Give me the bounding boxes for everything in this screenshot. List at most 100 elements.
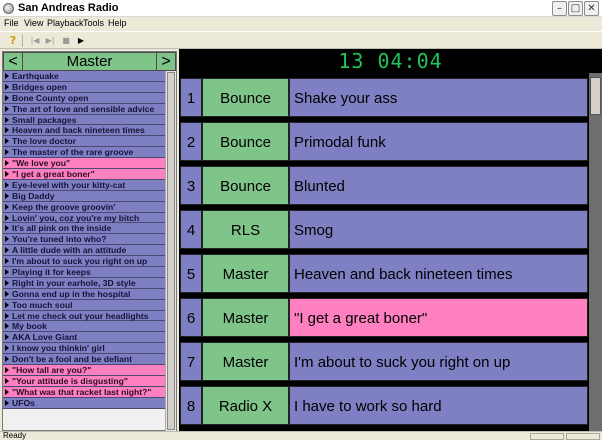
expand-arrow-icon[interactable] — [5, 312, 9, 319]
song-list-item[interactable]: Big Daddy — [3, 191, 165, 202]
song-list-item[interactable]: Right in your earhole, 3D style — [3, 278, 165, 289]
queue-row[interactable]: 7 Master I'm about to suck you right on up — [180, 342, 588, 381]
song-list-item-label: "We love you" — [12, 158, 71, 169]
song-list-item[interactable]: You're tuned into who? — [3, 234, 165, 246]
queue-row-category: Radio X — [202, 386, 289, 425]
queue-row[interactable]: 8 Radio XI have to work so hard — [180, 386, 588, 425]
queue-row[interactable]: 5 Master Heaven and back nineteen times — [180, 254, 588, 293]
expand-arrow-icon[interactable] — [5, 247, 9, 254]
song-list-item[interactable]: The master of the rare groove — [3, 147, 165, 159]
expand-arrow-icon[interactable] — [5, 116, 9, 123]
song-list-item[interactable]: Gonna end up in the hospital — [3, 289, 165, 300]
song-list-item[interactable]: Bridges open — [3, 82, 165, 93]
song-list-item[interactable]: UFOs — [3, 398, 165, 409]
song-list-item[interactable]: Earthquake — [3, 71, 165, 82]
song-list-item[interactable]: Keep the groove groovin' — [3, 202, 165, 213]
expand-arrow-icon[interactable] — [5, 334, 9, 341]
expand-arrow-icon[interactable] — [5, 214, 9, 221]
expand-arrow-icon[interactable] — [5, 366, 9, 373]
expand-arrow-icon[interactable] — [5, 399, 9, 406]
expand-arrow-icon[interactable] — [5, 225, 9, 232]
song-list-item-label: You're tuned into who? — [12, 234, 107, 245]
expand-arrow-icon[interactable] — [5, 192, 9, 199]
next-category-button[interactable]: > — [156, 52, 176, 71]
song-list-item[interactable]: A little dude with an attitude — [3, 245, 165, 257]
song-list-item[interactable]: I know you thinkin' girl — [3, 343, 165, 355]
song-list-item[interactable]: Let me check out your headlights — [3, 311, 165, 322]
song-list-item[interactable]: Too much soul — [3, 300, 165, 311]
expand-arrow-icon[interactable] — [5, 160, 9, 167]
expand-arrow-icon[interactable] — [5, 83, 9, 90]
expand-arrow-icon[interactable] — [5, 94, 9, 101]
menu-file[interactable]: File — [4, 18, 19, 28]
queue-row[interactable]: 3 Bounce Blunted — [180, 166, 588, 205]
queue-row[interactable]: 4 RLS Smog — [180, 210, 588, 249]
minimize-button[interactable]: – — [552, 1, 567, 16]
stop-icon[interactable]: ■ — [59, 34, 73, 47]
queue-scrollbar[interactable] — [589, 73, 602, 431]
queue-row[interactable]: 1 Bounce Shake your ass — [180, 78, 588, 117]
song-list-item[interactable]: "What was that racket last night?" — [3, 387, 165, 398]
close-button[interactable]: ✕ — [584, 1, 599, 16]
song-list-item-label: Gonna end up in the hospital — [12, 288, 131, 299]
expand-arrow-icon[interactable] — [5, 105, 9, 112]
expand-arrow-icon[interactable] — [5, 279, 9, 286]
expand-arrow-icon[interactable] — [5, 236, 9, 243]
maximize-button[interactable]: □ — [568, 1, 583, 16]
song-list-item[interactable]: I'm about to suck you right on up — [3, 256, 165, 268]
app-icon — [3, 3, 14, 14]
song-list-item[interactable]: Lovin' you, coz you're my bitch — [3, 213, 165, 224]
expand-arrow-icon[interactable] — [5, 181, 9, 188]
song-list-item[interactable]: The love doctor — [3, 136, 165, 148]
title-bar[interactable]: San Andreas Radio – □ ✕ — [0, 0, 602, 17]
help-icon[interactable]: ? — [6, 34, 20, 47]
expand-arrow-icon[interactable] — [5, 170, 9, 177]
song-list-scrollbar[interactable] — [165, 71, 176, 431]
song-list-item[interactable]: It's all pink on the inside — [3, 223, 165, 235]
song-list-item[interactable]: Heaven and back nineteen times — [3, 125, 165, 137]
expand-arrow-icon[interactable] — [5, 290, 9, 297]
song-list-item[interactable]: "We love you" — [3, 158, 165, 170]
expand-arrow-icon[interactable] — [5, 149, 9, 156]
song-list-item[interactable]: Don't be a fool and be defiant — [3, 354, 165, 366]
expand-arrow-icon[interactable] — [5, 258, 9, 265]
song-list-item-label: AKA Love Giant — [12, 332, 78, 343]
song-list-item[interactable]: AKA Love Giant — [3, 332, 165, 344]
menu-view[interactable]: View — [24, 18, 43, 28]
queue-row[interactable]: 6 Master "I get a great boner" — [180, 298, 588, 337]
song-list-scroll-thumb[interactable] — [167, 72, 175, 430]
expand-arrow-icon[interactable] — [5, 203, 9, 210]
previous-track-icon[interactable]: |◀ — [28, 34, 42, 47]
expand-arrow-icon[interactable] — [5, 268, 9, 275]
queue-row-category: Master — [202, 342, 289, 381]
song-list-item[interactable]: "Your attitude is disgusting" — [3, 376, 165, 387]
song-list-item-label: I know you thinkin' girl — [12, 343, 105, 354]
queue-row[interactable]: 2 Bounce Primodal funk — [180, 122, 588, 161]
expand-arrow-icon[interactable] — [5, 345, 9, 352]
song-list-item[interactable]: Bone County open — [3, 93, 165, 104]
expand-arrow-icon[interactable] — [5, 356, 9, 363]
song-list-item[interactable]: The art of love and sensible advice — [3, 104, 165, 115]
queue-scroll-thumb[interactable] — [590, 77, 601, 115]
menu-tools[interactable]: Tools — [83, 18, 104, 28]
next-track-icon[interactable]: ▶| — [43, 34, 57, 47]
expand-arrow-icon[interactable] — [5, 323, 9, 330]
expand-arrow-icon[interactable] — [5, 301, 9, 308]
menu-playback[interactable]: Playback — [47, 18, 84, 28]
queue-row-number: 6 — [180, 298, 202, 337]
expand-arrow-icon[interactable] — [5, 388, 9, 395]
expand-arrow-icon[interactable] — [5, 127, 9, 134]
song-list-item[interactable]: Playing it for keeps — [3, 267, 165, 278]
song-list-item[interactable]: Small packages — [3, 115, 165, 126]
previous-category-button[interactable]: < — [3, 52, 23, 71]
song-list-item[interactable]: "How tall are you?" — [3, 365, 165, 376]
expand-arrow-icon[interactable] — [5, 377, 9, 384]
song-list-item[interactable]: Eye-level with your kitty-cat — [3, 180, 165, 191]
menu-help[interactable]: Help — [108, 18, 127, 28]
play-icon[interactable]: ▶ — [74, 34, 88, 47]
expand-arrow-icon[interactable] — [5, 72, 9, 79]
song-list-item[interactable]: My book — [3, 321, 165, 333]
window-title: San Andreas Radio — [18, 2, 119, 14]
song-list-item[interactable]: "I get a great boner" — [3, 169, 165, 180]
expand-arrow-icon[interactable] — [5, 138, 9, 145]
